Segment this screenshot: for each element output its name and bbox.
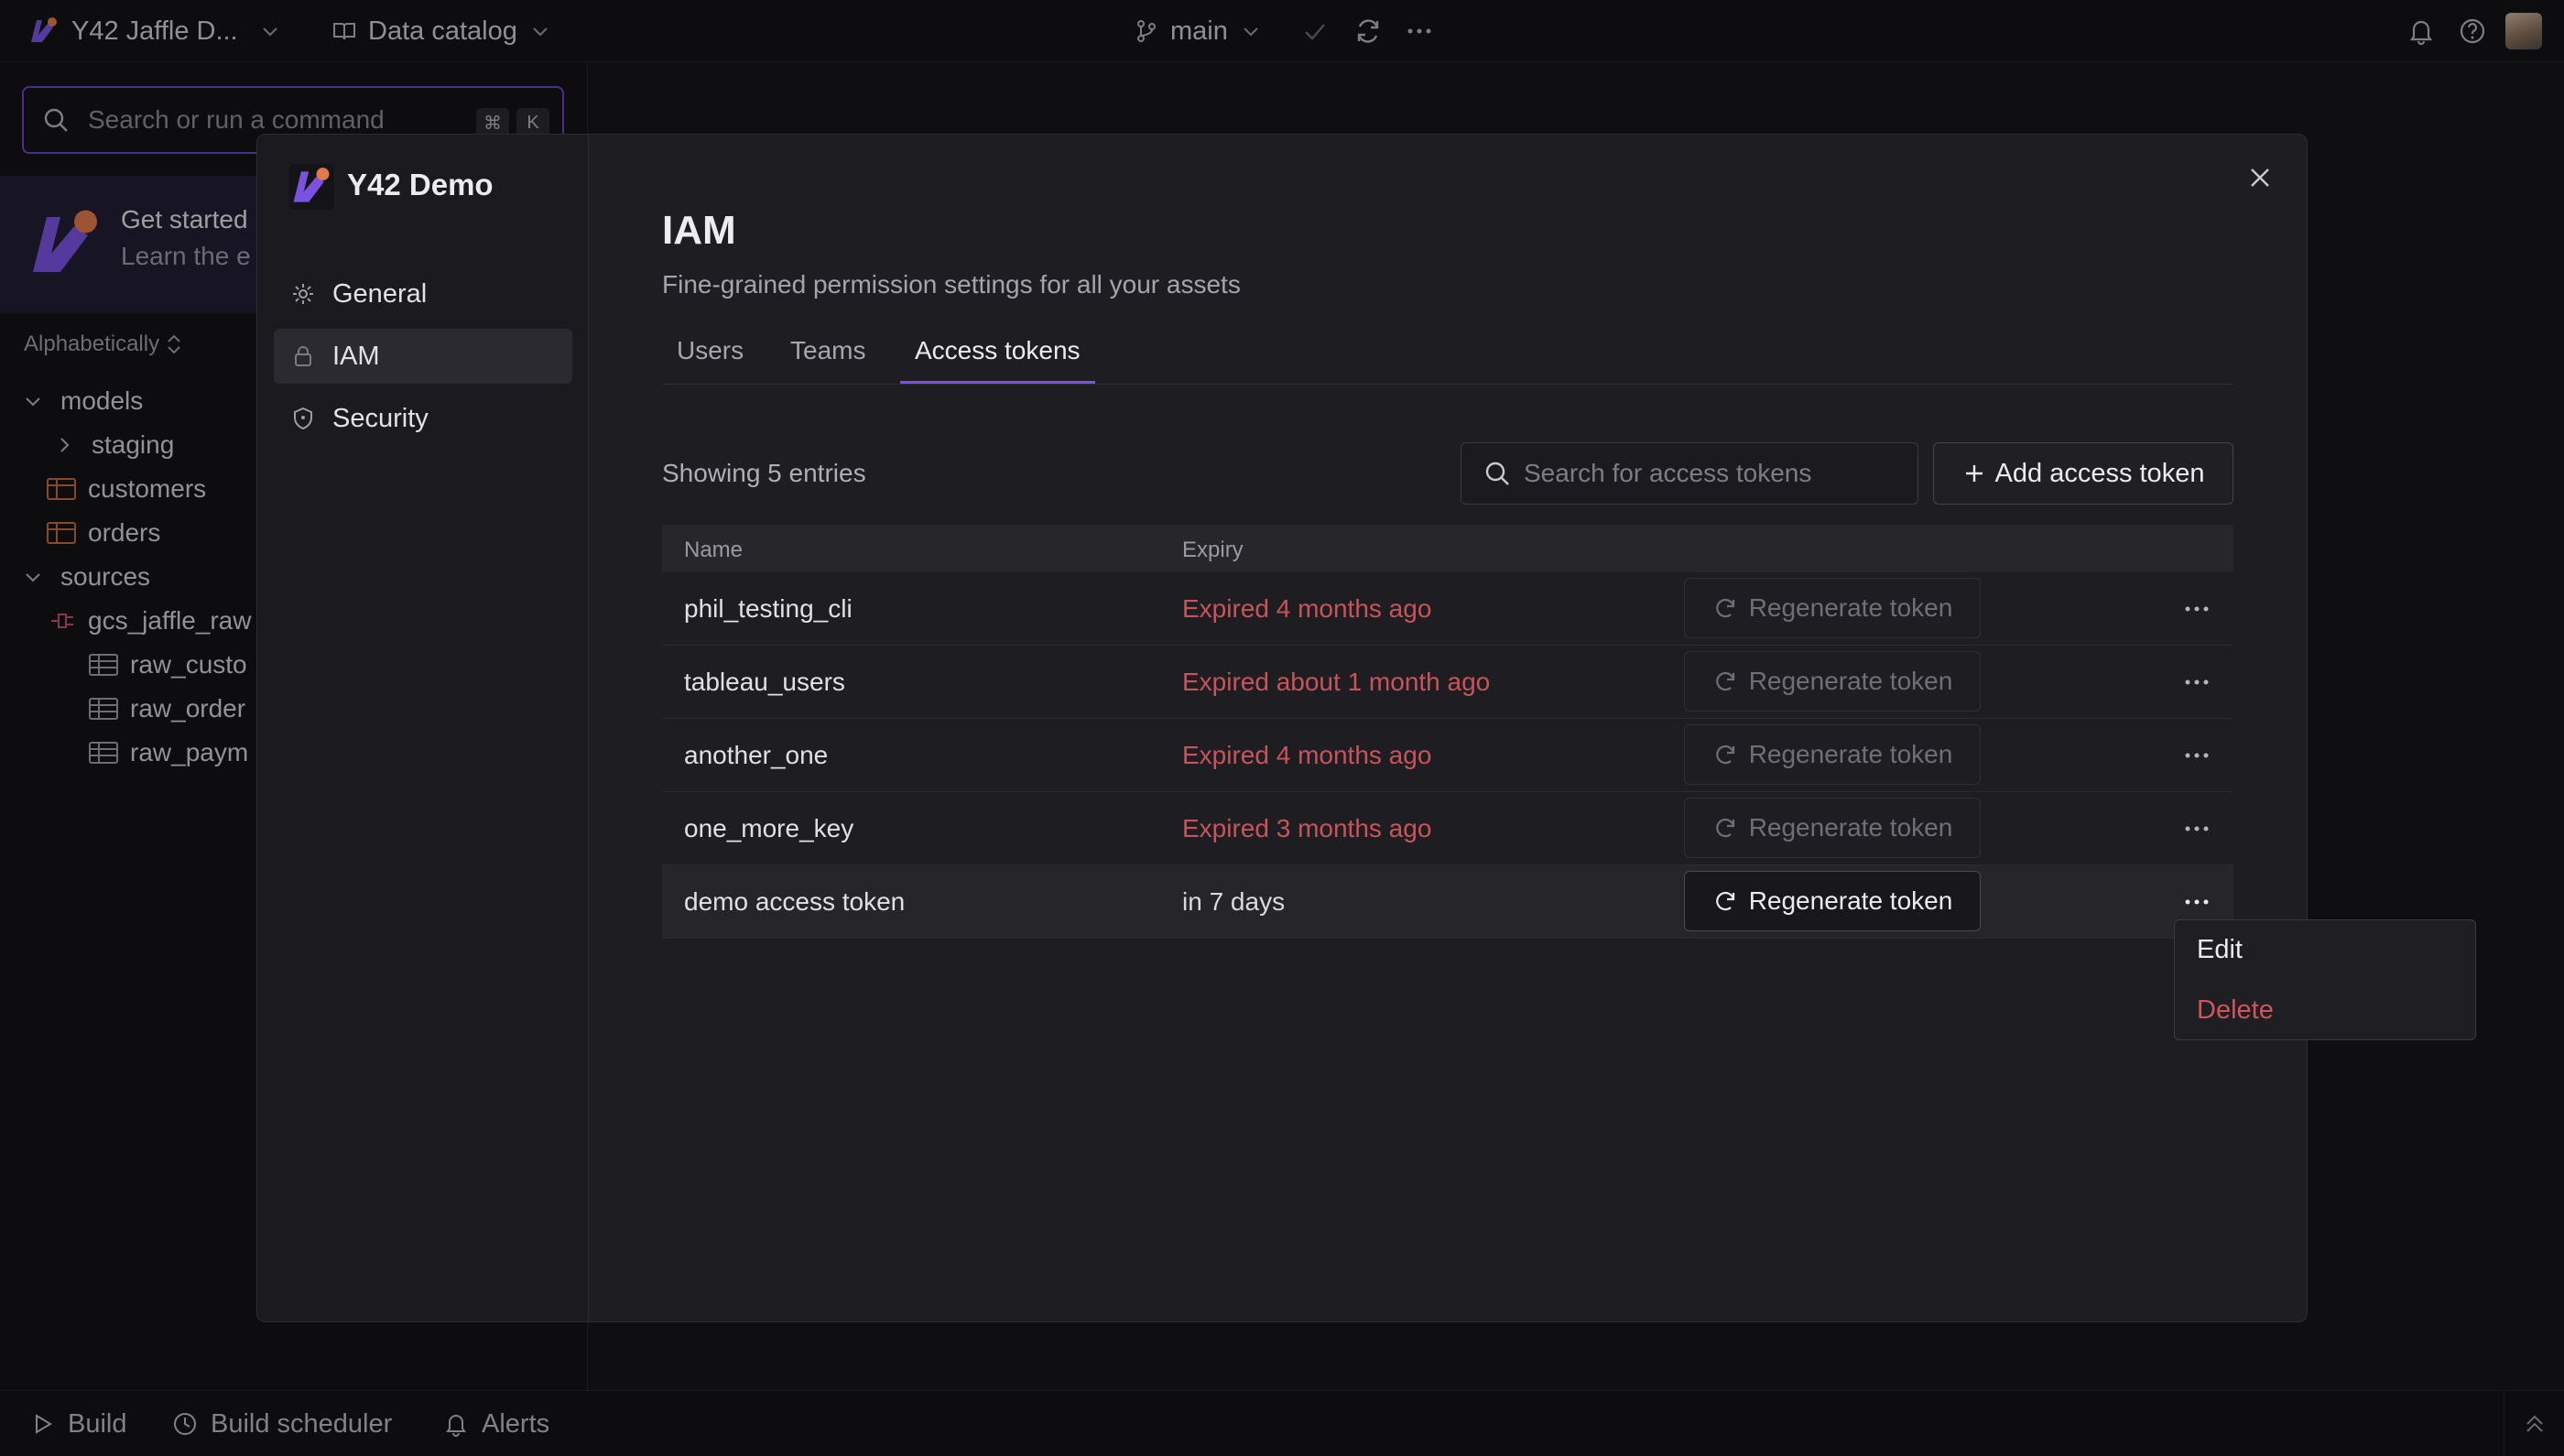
regenerate-token-button[interactable]: Regenerate token [1684,871,1981,931]
regenerate-token-button[interactable]: Regenerate token [1684,798,1981,858]
token-expiry: Expired 3 months ago [1182,814,1432,842]
refresh-icon [1715,744,1734,765]
more-horizontal-icon[interactable] [2182,887,2211,917]
regenerate-label: Regenerate token [1748,667,1953,695]
more-horizontal-icon[interactable] [2182,814,2211,843]
token-expiry: in 7 days [1182,887,1286,916]
table-row: another_one Expired 4 months ago Regener… [662,719,2233,792]
nav-item-iam[interactable]: IAM [274,329,572,384]
y42-logo-icon [288,164,334,210]
regenerate-label: Regenerate token [1748,740,1953,768]
page-subtitle: Fine-grained permission settings for all… [662,270,1241,299]
refresh-icon [1715,891,1734,911]
add-access-token-label: Add access token [1994,458,2205,488]
table-row: tableau_users Expired about 1 month ago … [662,646,2233,719]
regenerate-label: Regenerate token [1748,593,1953,622]
row-context-menu: Edit Delete [2174,919,2476,1040]
shield-icon [294,407,312,430]
column-header-expiry: Expiry [1182,538,1244,562]
token-expiry: Expired 4 months ago [1182,594,1432,623]
plus-icon [1965,465,1983,482]
nav-item-security[interactable]: Security [274,391,572,446]
refresh-icon [1715,598,1734,618]
settings-modal: Y42 Demo General IAM Security IAM Fine-g… [256,134,2308,1322]
nav-label: General [332,278,428,309]
add-access-token-button[interactable]: Add access token [1933,442,2233,505]
token-name: demo access token [684,887,906,916]
column-header-name: Name [684,538,744,562]
regenerate-token-button[interactable]: Regenerate token [1684,651,1981,712]
more-horizontal-icon[interactable] [2182,741,2211,770]
tab-users[interactable]: Users [677,331,744,384]
tabs-divider [662,384,2233,385]
refresh-icon [1715,671,1734,691]
menu-item-edit[interactable]: Edit [2197,935,2243,965]
gear-icon [293,284,313,304]
token-search-input[interactable]: Search for access tokens [1461,442,1918,505]
refresh-icon [1715,818,1734,838]
entry-count: Showing 5 entries [662,459,866,487]
lock-icon [295,346,311,366]
table-header: Name Expiry [662,525,2233,572]
token-name: phil_testing_cli [684,594,853,623]
regenerate-label: Regenerate token [1748,813,1953,842]
token-search-placeholder: Search for access tokens [1524,459,1812,487]
token-expiry: Expired about 1 month ago [1182,668,1491,696]
regenerate-label: Regenerate token [1748,886,1953,915]
close-icon[interactable] [2244,162,2276,193]
menu-item-delete[interactable]: Delete [2197,995,2274,1026]
more-horizontal-icon[interactable] [2182,668,2211,697]
token-name: another_one [684,741,829,769]
table-row: phil_testing_cli Expired 4 months ago Re… [662,572,2233,646]
org-name: Y42 Demo [347,168,494,201]
table-row: demo access token in 7 days Regenerate t… [662,865,2233,939]
token-expiry: Expired 4 months ago [1182,741,1432,769]
token-name: tableau_users [684,668,845,696]
tab-access-tokens[interactable]: Access tokens [900,331,1095,384]
more-horizontal-icon[interactable] [2182,594,2211,624]
settings-nav: Y42 Demo General IAM Security [257,135,589,1321]
regenerate-token-button[interactable]: Regenerate token [1684,724,1981,785]
regenerate-token-button[interactable]: Regenerate token [1684,578,1981,638]
table-row: one_more_key Expired 3 months ago Regene… [662,792,2233,865]
nav-item-general[interactable]: General [274,266,572,321]
nav-label: Security [332,403,429,433]
tab-teams[interactable]: Teams [790,331,865,384]
search-icon [1485,462,1509,485]
token-name: one_more_key [684,814,854,842]
page-title: IAM [662,208,736,253]
nav-label: IAM [332,341,380,371]
